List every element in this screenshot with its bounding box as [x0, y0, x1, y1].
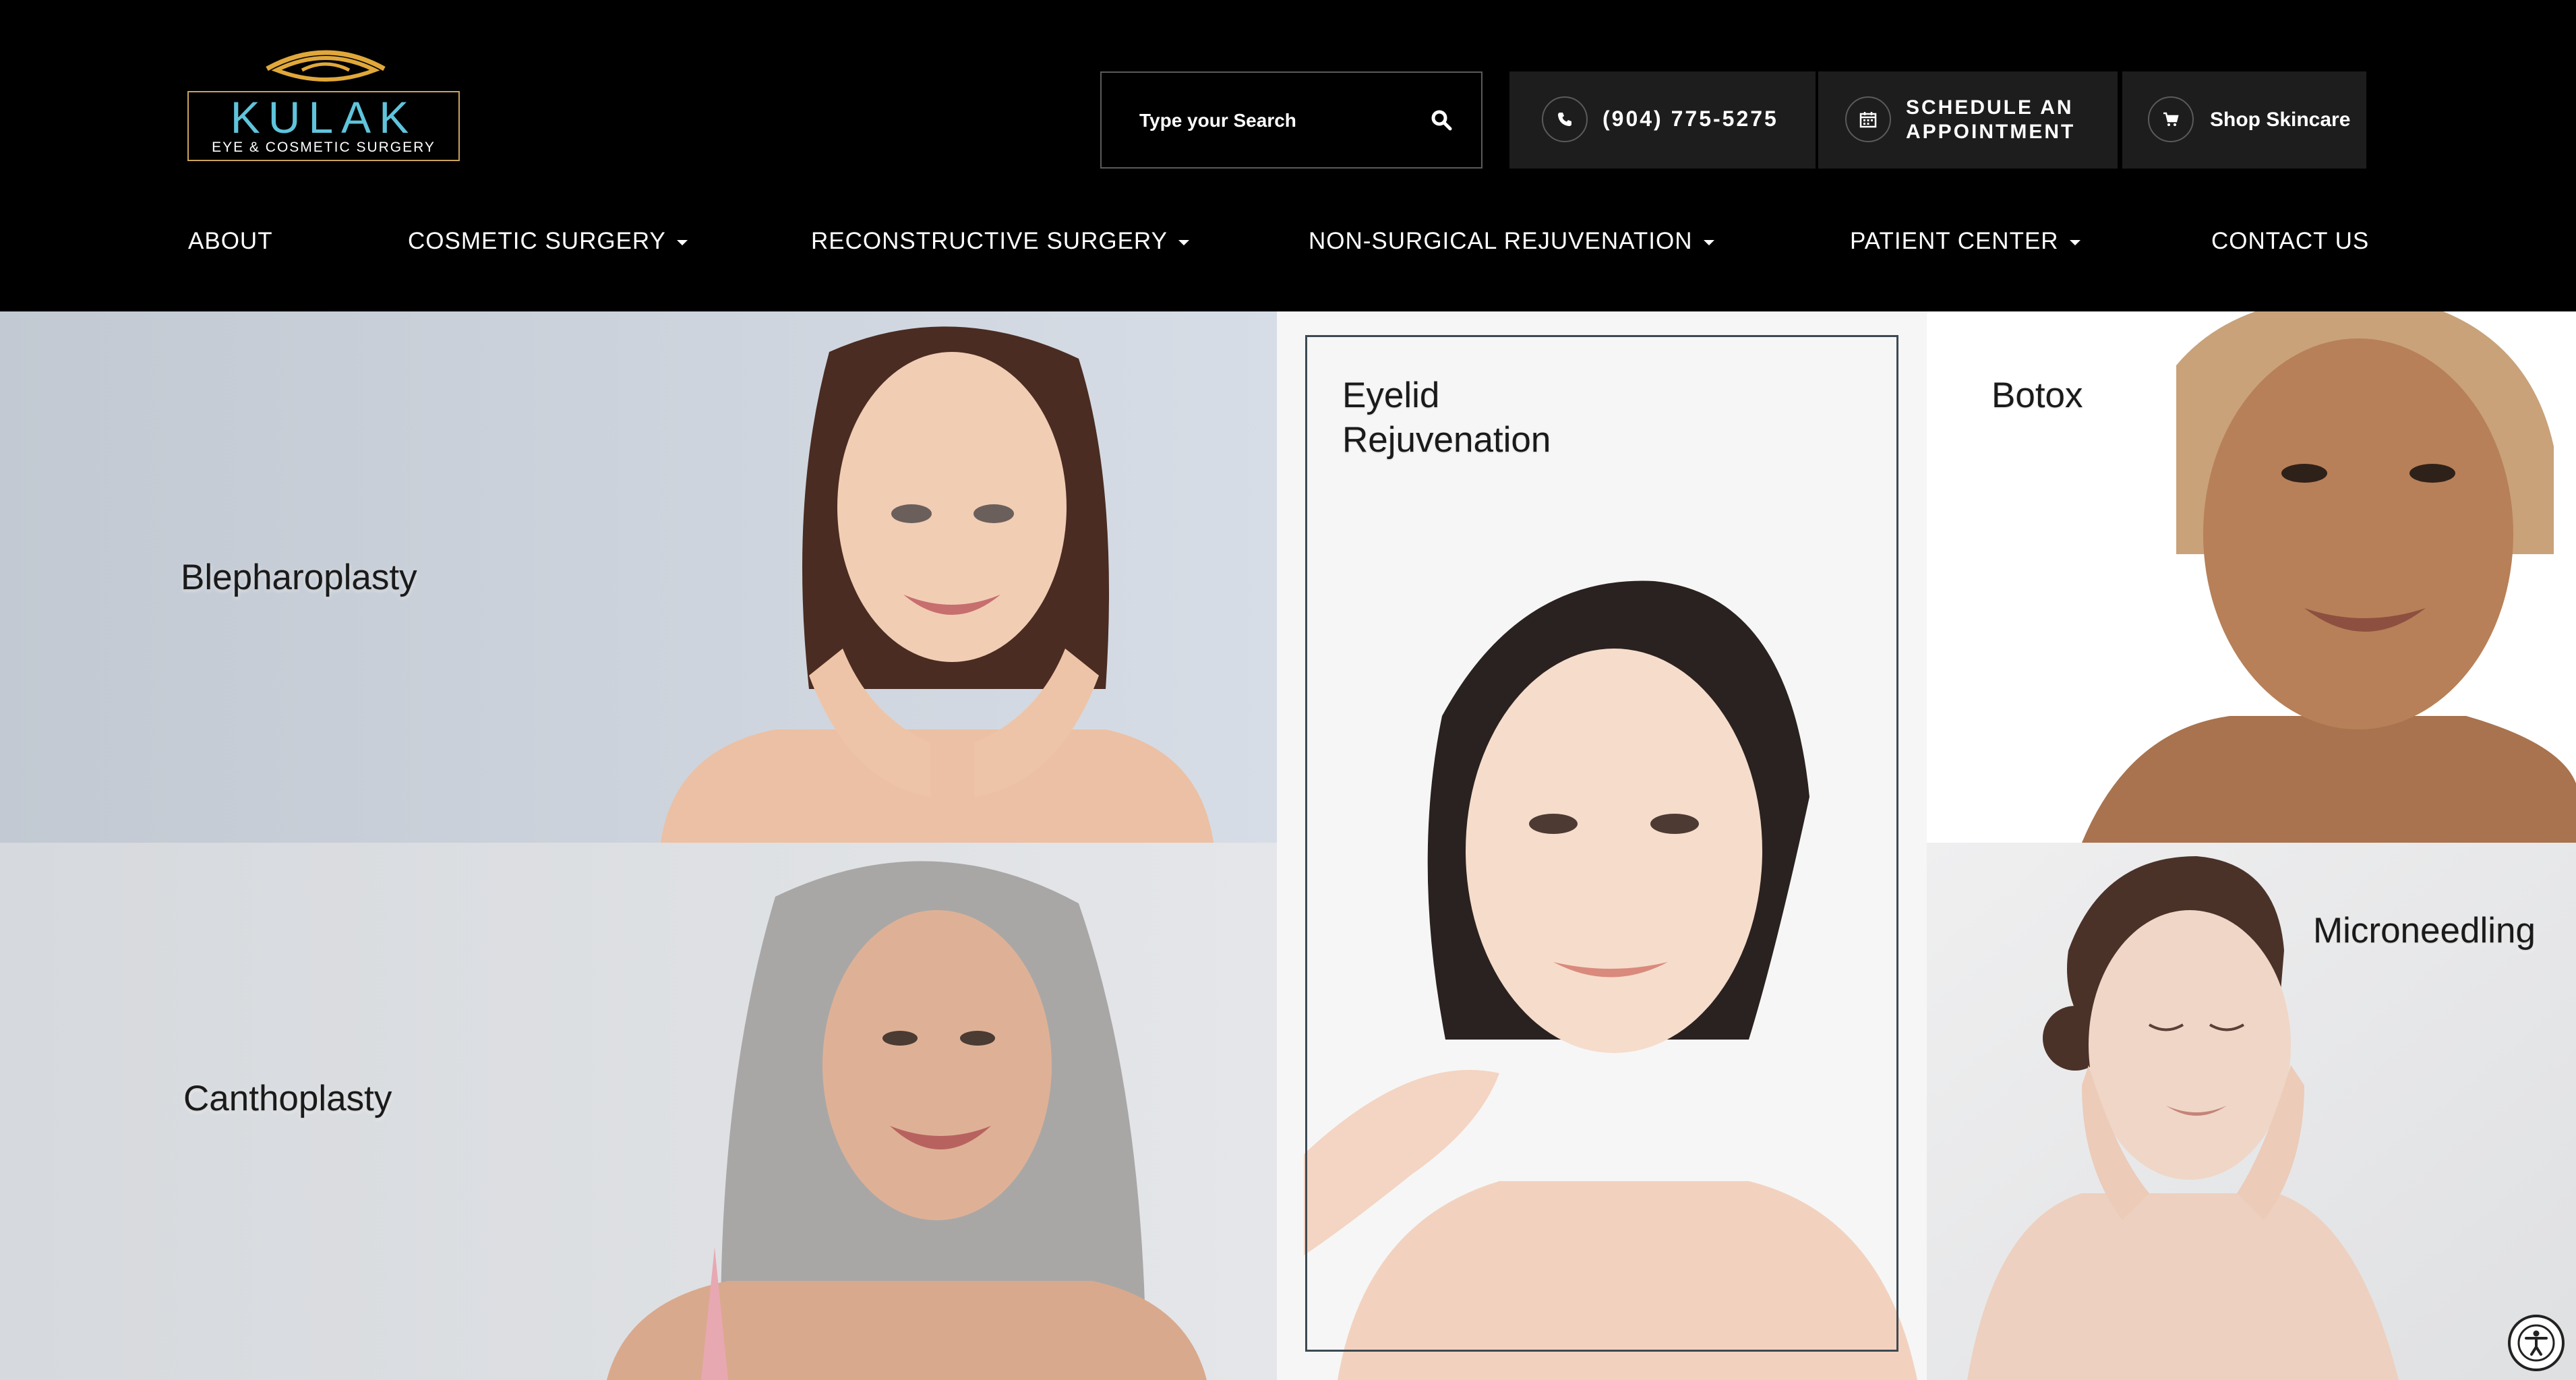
- nav-nonsurgical-label: NON-SURGICAL REJUVENATION: [1309, 228, 1693, 254]
- search-icon[interactable]: [1431, 109, 1454, 132]
- accessibility-icon: [2517, 1324, 2555, 1362]
- tile-label-blepharoplasty: Blepharoplasty: [181, 558, 417, 597]
- tile-label-eyelid-rejuvenation: Eyelid Rejuvenation: [1342, 373, 1551, 462]
- tile-label-eyelid-line1: Eyelid: [1342, 376, 1440, 415]
- chevron-down-icon: [2069, 239, 2080, 245]
- portrait-image: [1277, 311, 1927, 1380]
- calendar-icon: [1859, 112, 1877, 128]
- tile-label-eyelid-line2: Rejuvenation: [1342, 420, 1551, 460]
- schedule-appointment-button[interactable]: SCHEDULE AN APPOINTMENT: [1818, 71, 2118, 169]
- brand-name: KULAK: [230, 92, 417, 142]
- schedule-label: SCHEDULE AN APPOINTMENT: [1906, 96, 2075, 144]
- chevron-down-icon: [1178, 239, 1189, 245]
- schedule-label-line2: APPOINTMENT: [1906, 121, 2076, 143]
- nav-cosmetic-surgery[interactable]: COSMETIC SURGERY: [408, 227, 688, 256]
- chevron-down-icon: [676, 239, 688, 245]
- cart-icon: [2163, 112, 2179, 126]
- search-box: [1100, 71, 1482, 169]
- accessibility-button[interactable]: [2508, 1315, 2565, 1371]
- tile-label-microneedling: Microneedling: [2313, 911, 2536, 951]
- calendar-icon-circle: [1845, 96, 1891, 142]
- tile-microneedling[interactable]: Microneedling: [1927, 843, 2576, 1380]
- phone-button[interactable]: (904) 775-5275: [1509, 71, 1816, 169]
- phone-icon: [1558, 113, 1571, 126]
- brand-logo[interactable]: KULAK EYE & COSMETIC SURGERY: [187, 40, 462, 164]
- tile-eyelid-rejuvenation[interactable]: Eyelid Rejuvenation: [1277, 311, 1927, 1380]
- eye-logo-icon: [266, 50, 386, 82]
- tile-blepharoplasty[interactable]: Blepharoplasty: [0, 311, 1277, 843]
- tile-label-botox: Botox: [1991, 376, 2083, 415]
- site-header: KULAK EYE & COSMETIC SURGERY (904) 775-5…: [0, 0, 2576, 311]
- phone-number: (904) 775-5275: [1602, 107, 1778, 131]
- nav-contact-us[interactable]: CONTACT US: [2211, 227, 2369, 256]
- schedule-label-line1: SCHEDULE AN: [1906, 96, 2074, 119]
- logo-frame: KULAK EYE & COSMETIC SURGERY: [187, 91, 460, 161]
- phone-icon-circle: [1542, 96, 1588, 142]
- shop-label: Shop Skincare: [2210, 109, 2351, 131]
- search-input[interactable]: [1138, 102, 1410, 139]
- nav-about[interactable]: ABOUT: [188, 227, 273, 256]
- chevron-down-icon: [1703, 239, 1714, 245]
- nav-cosmetic-label: COSMETIC SURGERY: [408, 228, 666, 254]
- tile-canthoplasty[interactable]: Canthoplasty: [0, 843, 1277, 1380]
- nav-reconstructive-surgery[interactable]: RECONSTRUCTIVE SURGERY: [811, 227, 1189, 256]
- shop-skincare-button[interactable]: Shop Skincare: [2122, 71, 2366, 169]
- tile-label-canthoplasty: Canthoplasty: [183, 1079, 392, 1118]
- brand-tagline: EYE & COSMETIC SURGERY: [212, 140, 436, 155]
- nav-patient-label: PATIENT CENTER: [1850, 228, 2059, 254]
- nav-reconstructive-label: RECONSTRUCTIVE SURGERY: [811, 228, 1168, 254]
- cart-icon-circle: [2148, 96, 2194, 142]
- nav-about-label: ABOUT: [188, 228, 273, 254]
- nav-non-surgical-rejuvenation[interactable]: NON-SURGICAL REJUVENATION: [1309, 227, 1714, 256]
- tile-botox[interactable]: Botox: [1927, 311, 2576, 843]
- nav-contact-label: CONTACT US: [2211, 228, 2370, 254]
- nav-patient-center[interactable]: PATIENT CENTER: [1850, 227, 2080, 256]
